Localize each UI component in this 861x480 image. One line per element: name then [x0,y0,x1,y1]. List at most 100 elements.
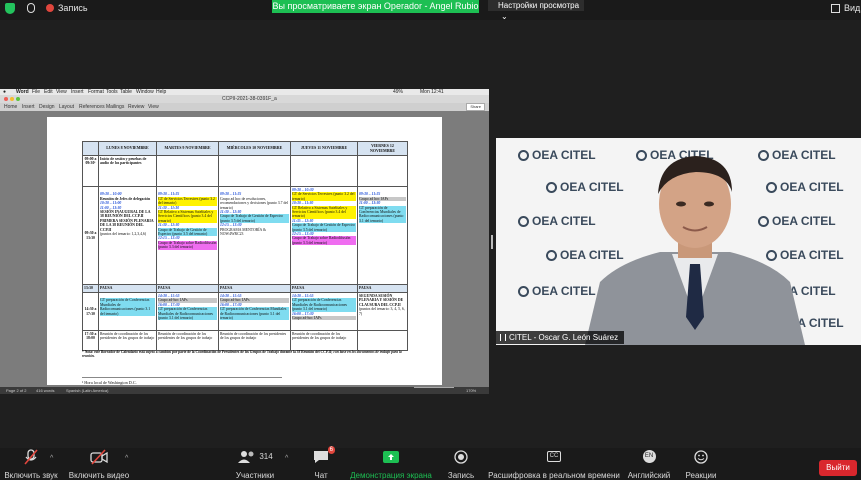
session-label: Grupo ad hoc de resoluciones, recomendac… [220,196,289,210]
language-label: Английский [627,471,671,480]
tab-references[interactable]: References [79,103,105,111]
session-label: PROGRAMA MENTORÍA & NOW4WRC23 [220,227,266,237]
oea-logo-icon [518,150,529,161]
tab-design[interactable]: Design [39,103,55,111]
minimize-window-icon[interactable] [10,97,14,101]
start-video-button[interactable]: Включить видео [68,448,130,480]
table-row-pause: 13:30 PAUSA PAUSA PAUSA PAUSA PAUSA [82,284,408,293]
tab-insert[interactable]: Insert [22,103,35,111]
document-page[interactable]: LUNES 8 NOVIEMBRE MARTES 9 NOVIEMBRE MIÉ… [47,117,442,385]
time-cell: 09:30 a 13:30 [82,186,99,285]
time-cell: 09:00 a 09:30¹ [82,155,99,187]
unmute-button[interactable]: Включить звук [2,448,60,480]
header-cell: MARTES 9 NOVIEMBRE [156,141,219,156]
leave-meeting-button[interactable]: Выйти [819,460,857,476]
chevron-up-icon[interactable]: ^ [285,455,288,462]
session-label: (puntos del temario: 3, 4, 5, 6, 7) [359,307,405,316]
language-icon: EN [642,448,656,465]
table-cell: 09:30 – 11:25 Grupo ad hoc IAPs 11:00 – … [357,186,408,285]
pause-cell: PAUSA [218,284,291,293]
document-canvas[interactable]: LUNES 8 NOVIEMBRE MARTES 9 NOVIEMBRE MIÉ… [0,111,489,387]
tab-home[interactable]: Home [4,103,17,111]
header-cell: VIERNES 12 NOVIEMBRE [357,141,408,156]
zoom-window-icon[interactable] [16,97,20,101]
security-shield[interactable] [5,3,15,14]
table-row: 09:00 a 09:30¹ Inicio de sesión y prueba… [82,155,408,187]
table-cell: Reunión de coordinación de los president… [98,330,157,351]
time-cell: 17:30 a 18:00 [82,330,99,351]
screen-share-banner: Вы просматриваете экран Operador - Angel… [272,0,479,13]
participants-button[interactable]: 314 Участники [232,448,278,480]
schedule-note: * Nota: este Borrador de Calendario está… [82,350,412,359]
session-label: GT Relativo a Sistemas Satelitales y Ser… [292,205,356,219]
shared-screen-word: ● Word File Edit View Insert Format Tool… [0,89,489,394]
table-row: 17:30 a 18:00 Reunión de coordinación de… [82,330,408,351]
language-button[interactable]: EN Английский [626,448,672,480]
session-label: Grupo de Trabajo de Gestión de Espectro … [158,227,217,237]
table-cell [357,330,408,351]
table-cell: 09:30 – 10:00 Reunión de Jefes de delega… [98,186,157,285]
pause-cell: PAUSA [290,284,358,293]
reactions-label: Реакции [685,471,717,480]
header-cell: JUEVES 11 NOVIEMBRE [290,141,358,156]
chat-button[interactable]: 6 Чат [306,446,336,480]
chat-badge: 6 [327,446,335,454]
footnote: ¹ Hora local de Washington D.C. [82,377,282,385]
meeting-controls: Включить звук ^ Включить видео ^ 314 Уча… [0,446,861,480]
session-label: PRIMERA SESIÓN PLENARIA DE LA 38 REUNIÓN… [100,218,154,232]
panel-resize-handle[interactable] [491,235,493,249]
chat-icon: 6 [313,446,335,465]
session-label: SESIÓN INAUGURAL DE LA 38 REUNIÓN DEL CC… [100,210,151,219]
zoom-level: 170% [466,388,477,393]
view-options-button[interactable]: Настройки просмотра ⌄ [488,0,584,21]
header-cell: LUNES 8 NOVIEMBRE [98,141,157,156]
table-cell: 09:30 – 11:25 Grupo ad hoc de resolucion… [218,186,291,285]
session-label: GT preparación de Conferencias Mundiales… [158,307,217,321]
header-cell [82,141,99,156]
session-label: Grupo de Trabajo sobre Radiodifusión (pu… [158,240,217,250]
share-screen-button[interactable]: Демонстрация экрана [350,448,432,480]
speaker-figure [585,156,805,345]
session-label: GT de Servicios Terrestres (punto 3.2 de… [158,196,217,206]
microphone-muted-icon [22,448,40,465]
table-cell [218,155,291,187]
tab-review[interactable]: Review [128,103,144,111]
table-cell: Reunión de coordinación de los president… [156,330,219,351]
tab-mailings[interactable]: Mailings [106,103,124,111]
live-transcript-label: Расшифровка в реальном времени [488,471,620,480]
reactions-button[interactable]: Реакции [684,448,718,480]
audio-status [27,3,35,13]
session-label: GT de Servicios Terrestres (punto 3.2 de… [292,192,356,202]
chevron-up-icon[interactable]: ^ [50,455,53,462]
word-title-bar: CCPII-2021-38-0391F_a [0,95,489,103]
session-label: Grupo ad-hoc IAPs [292,316,356,321]
page-count: Page 2 of 2 [6,388,27,393]
grid-view-icon [831,3,840,13]
oea-logo-icon [546,250,557,261]
tab-layout[interactable]: Layout [59,103,74,111]
meeting-top-bar: Запись Вы просматриваете экран Operador … [0,0,861,21]
view-label: Вид [844,3,861,13]
record-dot-icon [46,4,54,12]
table-cell: GT preparación de Conferencias Mundiales… [98,292,157,331]
unmute-label: Включить звук [4,471,58,480]
tab-view[interactable]: View [148,103,159,111]
recording-indicator[interactable]: Запись [46,3,88,13]
live-transcript-button[interactable]: CC Расшифровка в реальном времени [488,448,620,480]
chat-label: Чат [314,471,328,480]
participant-video[interactable]: OEA CITEL OEA CITEL OEA CITEL OEA CITEL … [496,138,861,345]
participants-label: Участники [235,471,275,480]
table-cell: SEGUNDA SESIÓN PLENARIA Y SESIÓN DE CLAU… [357,292,408,331]
word-count: 416 words [36,388,55,393]
share-button[interactable]: Share [466,103,485,111]
record-button[interactable]: Запись [444,448,478,480]
close-window-icon[interactable] [4,97,8,101]
session-label: GT preparación de Conferencias Mundiales… [100,298,155,317]
view-toggle-button[interactable]: Вид [831,3,860,13]
oea-logo-icon [518,216,529,227]
session-label: GT preparación de Conferencias Mundiales… [292,298,356,312]
chevron-up-icon[interactable]: ^ [125,455,128,462]
session-label: GT Relativo a Sistemas Satelitales y Ser… [158,210,217,224]
zoom-slider[interactable] [414,387,454,388]
record-label: Запись [447,471,475,480]
